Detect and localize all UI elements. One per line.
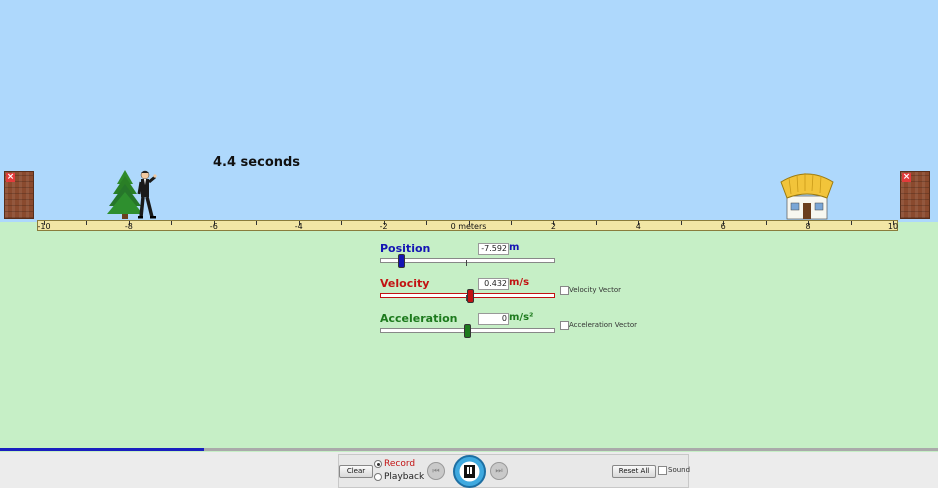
- position-slider-knob[interactable]: [397, 254, 405, 268]
- ruler-label: -10: [37, 222, 51, 231]
- position-slider-track[interactable]: [380, 258, 555, 263]
- ruler-label: 8: [805, 222, 811, 231]
- ruler-label: 10: [887, 222, 899, 231]
- ruler-tick: [171, 221, 173, 225]
- step-forward-icon: ⏭: [495, 466, 503, 475]
- velocity-title: Velocity: [380, 277, 430, 290]
- ruler-label: 6: [720, 222, 726, 231]
- ruler-tick: [595, 221, 597, 225]
- ruler-tick: [86, 221, 88, 225]
- velocity-vector-checkbox[interactable]: [560, 286, 569, 295]
- rewind-button[interactable]: ⏮: [427, 462, 445, 480]
- acceleration-title: Acceleration: [380, 312, 458, 325]
- position-center-mark: [466, 260, 467, 266]
- close-icon[interactable]: ×: [902, 173, 911, 182]
- velocity-unit: m/s: [509, 277, 530, 288]
- acceleration-vector-checkbox[interactable]: [560, 321, 569, 330]
- ruler-label: -6: [209, 222, 218, 231]
- timeline-progress: [0, 448, 204, 451]
- sound-label: Sound: [668, 466, 691, 474]
- ruler-tick: [426, 221, 428, 225]
- close-icon[interactable]: ×: [6, 173, 15, 182]
- clear-button[interactable]: Clear: [339, 465, 373, 478]
- acceleration-vector-label: Acceleration Vector: [569, 321, 638, 329]
- pause-icon: [459, 461, 480, 482]
- reset-all-button[interactable]: Reset All: [612, 465, 656, 478]
- ruler-tick: [341, 221, 343, 225]
- playback-label[interactable]: Playback: [384, 472, 424, 482]
- ruler-label: -4: [294, 222, 303, 231]
- house-icon: [780, 173, 834, 220]
- position-ruler: -10 -8 -6 -4 -2 0 meters 2 4 6 8 10: [37, 220, 898, 231]
- rewind-icon: ⏮: [432, 466, 440, 475]
- record-label[interactable]: Record: [384, 459, 415, 469]
- pause-button[interactable]: [453, 455, 486, 488]
- playback-radio[interactable]: [374, 473, 382, 481]
- right-wall[interactable]: ×: [900, 171, 930, 219]
- ruler-label: 4: [635, 222, 641, 231]
- position-unit: m: [509, 242, 520, 253]
- velocity-input[interactable]: 0.432: [478, 278, 509, 290]
- velocity-vector-label: Velocity Vector: [569, 286, 621, 294]
- acceleration-input[interactable]: 0: [478, 313, 509, 325]
- velocity-slider-knob[interactable]: [466, 289, 474, 303]
- position-title: Position: [380, 242, 431, 255]
- sound-checkbox[interactable]: [658, 466, 667, 475]
- ruler-tick: [510, 221, 512, 225]
- time-readout: 4.4 seconds: [213, 155, 301, 170]
- step-forward-button[interactable]: ⏭: [490, 462, 508, 480]
- ruler-tick: [680, 221, 682, 225]
- acceleration-slider-knob[interactable]: [463, 324, 471, 338]
- ruler-tick: [256, 221, 258, 225]
- ruler-tick: [765, 221, 767, 225]
- ruler-label: 0 meters: [450, 222, 487, 231]
- position-input[interactable]: -7.592: [478, 243, 509, 255]
- ruler-label: -8: [124, 222, 133, 231]
- ruler-label: 2: [550, 222, 556, 231]
- acceleration-unit: m/s²: [509, 312, 534, 323]
- left-wall[interactable]: ×: [4, 171, 34, 219]
- record-radio[interactable]: [374, 460, 382, 468]
- ruler-label: -2: [379, 222, 388, 231]
- ruler-tick: [850, 221, 852, 225]
- moving-man-icon[interactable]: [133, 170, 159, 220]
